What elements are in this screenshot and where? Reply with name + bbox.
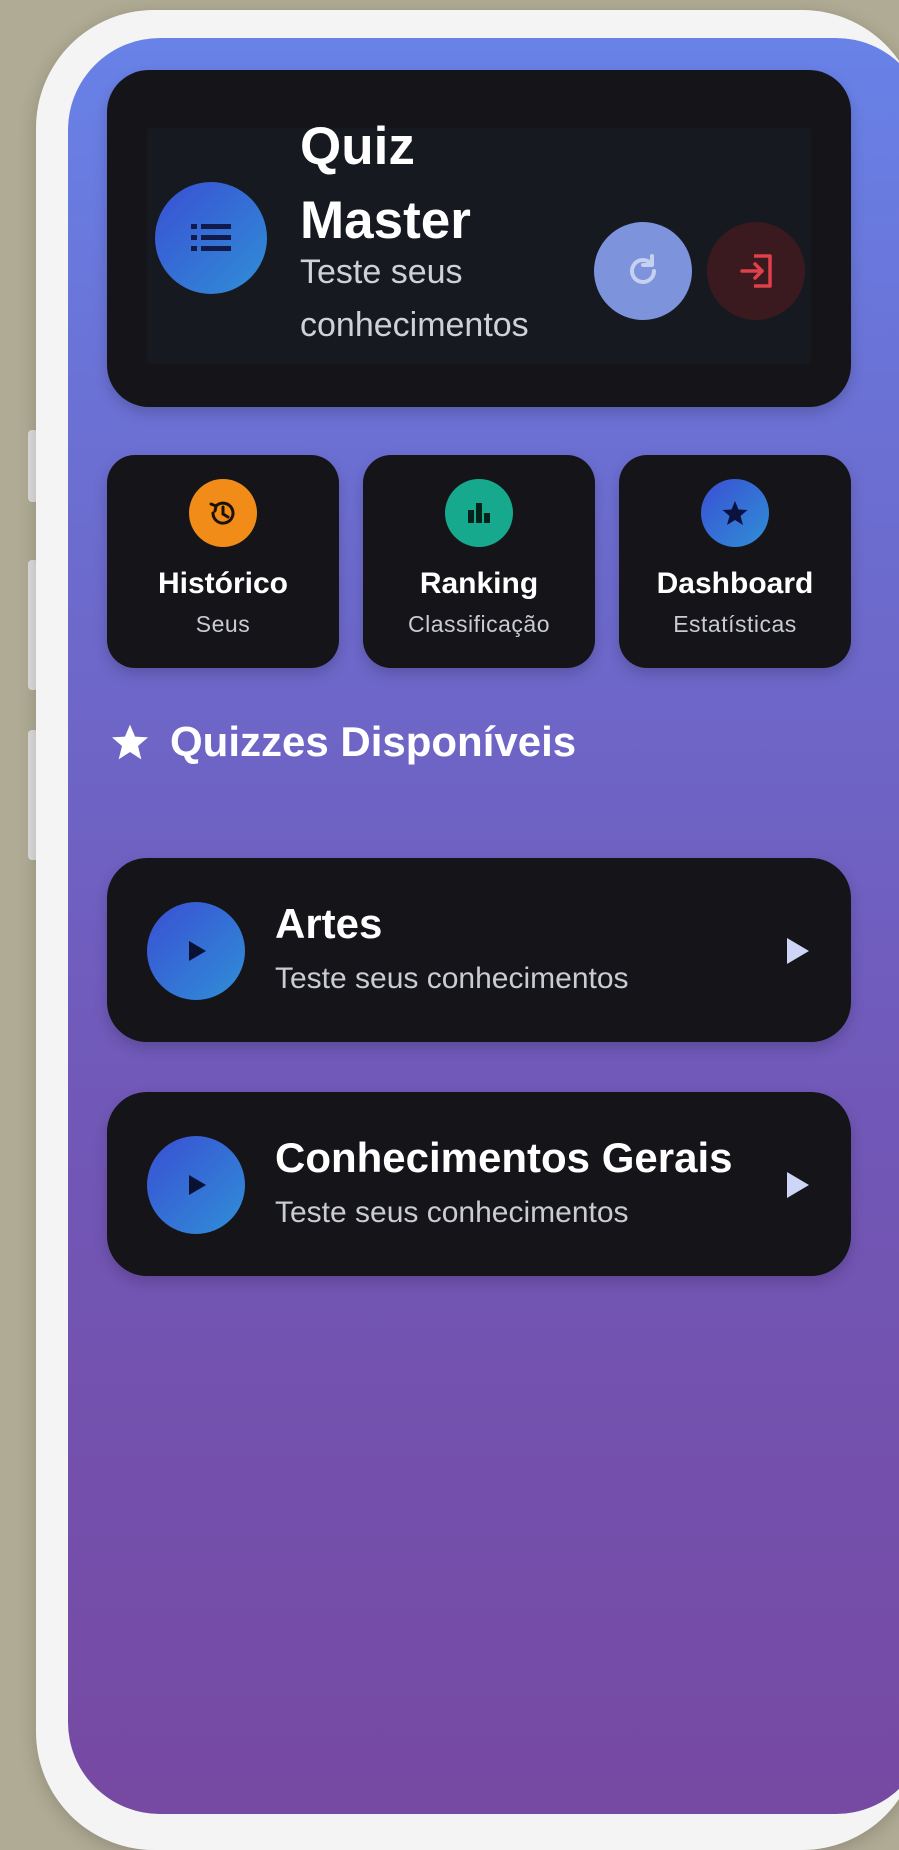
tile-ranking-subtitle: Classificação: [408, 611, 550, 637]
menu-button[interactable]: [155, 182, 267, 294]
tile-dashboard-icon-bg: [701, 479, 769, 547]
app-subtitle: Teste seus conhecimentos: [300, 253, 529, 344]
logout-button[interactable]: [707, 222, 805, 320]
chevron-right-icon: [787, 1172, 809, 1198]
quiz-play-button[interactable]: [147, 902, 245, 1000]
logout-icon: [740, 254, 772, 288]
play-icon: [189, 1175, 206, 1195]
quiz-card-artes[interactable]: Artes Teste seus conhecimentos: [107, 858, 851, 1042]
quiz-play-button[interactable]: [147, 1136, 245, 1234]
quiz-card-conhecimentos-gerais[interactable]: Conhecimentos Gerais Teste seus conhecim…: [107, 1092, 851, 1276]
tile-ranking-title: Ranking: [419, 567, 539, 600]
tile-dashboard[interactable]: Dashboard Estatísticas: [619, 455, 851, 668]
quiz-title: Artes: [275, 900, 383, 947]
tile-historico-icon-bg: [189, 479, 257, 547]
tile-historico-title: Histórico: [157, 567, 289, 600]
header-card: Quiz Master Teste seus conhecimentos: [107, 70, 851, 407]
app-title-line1: Quiz: [300, 117, 415, 176]
refresh-icon: [630, 254, 656, 284]
play-icon: [189, 941, 206, 961]
app-screen: Quiz Master Teste seus conhecimentos His…: [68, 38, 899, 1814]
tile-ranking-icon-bg: [445, 479, 513, 547]
refresh-button[interactable]: [594, 222, 692, 320]
tile-dashboard-subtitle: Estatísticas: [673, 611, 797, 637]
section-header: Quizzes Disponíveis: [110, 718, 576, 766]
tile-ranking[interactable]: Ranking Classificação: [363, 455, 595, 668]
section-title: Quizzes Disponíveis: [170, 718, 577, 765]
tile-dashboard-title: Dashboard: [656, 567, 814, 600]
quiz-subtitle: Teste seus conhecimentos: [275, 962, 629, 995]
quiz-title: Conhecimentos Gerais: [275, 1134, 733, 1181]
tile-historico-subtitle: Seus: [195, 611, 251, 637]
app-title: Quiz Master: [300, 110, 471, 258]
history-icon: [209, 501, 235, 525]
bar-chart-icon: [468, 503, 490, 523]
quiz-subtitle: Teste seus conhecimentos: [275, 1196, 629, 1229]
chevron-right-icon: [787, 938, 809, 964]
star-icon: [722, 501, 748, 525]
star-icon: [112, 724, 148, 760]
tile-historico[interactable]: Histórico Seus: [107, 455, 339, 668]
list-icon: [191, 224, 231, 251]
